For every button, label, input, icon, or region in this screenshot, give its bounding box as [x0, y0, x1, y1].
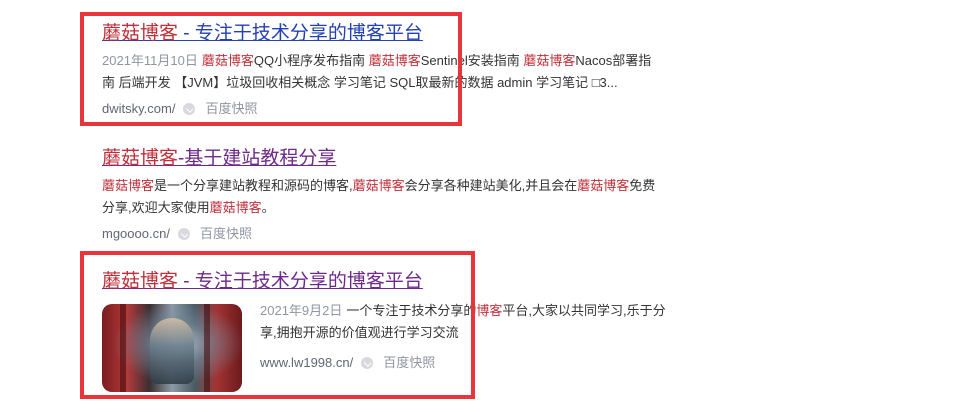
abstract-text: 会分享各种建站美化,并且会在	[404, 178, 578, 193]
abstract-em: 蘑菇博客	[523, 53, 576, 68]
abstract-text: 是一个分享建站教程和源码的博客,	[154, 178, 353, 193]
abstract-em: 蘑菇博客	[577, 178, 630, 193]
abstract-em: 博客	[476, 303, 503, 318]
result-2-title-link[interactable]: 蘑菇博客-基于建站教程分享	[102, 147, 336, 171]
highlight-box-2	[80, 251, 475, 399]
result-2-title-rest: -基于建站教程分享	[178, 148, 337, 169]
result-2-snapshot-link[interactable]: 百度快照	[200, 225, 252, 243]
result-2-url[interactable]: mgoooo.cn/	[102, 225, 170, 243]
abstract-em: 蘑菇博客	[352, 178, 405, 193]
result-2-title-em: 蘑菇博客	[102, 148, 179, 169]
highlight-box-1	[80, 12, 462, 126]
abstract-em: 蘑菇博客	[209, 200, 262, 215]
result-2-abstract: 蘑菇博客是一个分享建站教程和源码的博客,蘑菇博客会分享各种建站美化,并且会在蘑菇…	[102, 175, 655, 219]
search-result-2: 蘑菇博客-基于建站教程分享 蘑菇博客是一个分享建站教程和源码的博客,蘑菇博客会分…	[102, 147, 655, 243]
abstract-text: 免费	[629, 178, 656, 193]
abstract-text: 分享,欢迎大家使用	[102, 200, 210, 215]
abstract-text: 平台,大家以共同学习,乐于分	[502, 303, 666, 318]
result-2-source: mgoooo.cn/ 百度快照	[102, 225, 655, 243]
abstract-text: Nacos部署指	[575, 53, 652, 68]
abstract-em: 蘑菇博客	[102, 178, 155, 193]
abstract-text: 。	[261, 200, 275, 215]
shield-icon[interactable]	[177, 228, 190, 240]
